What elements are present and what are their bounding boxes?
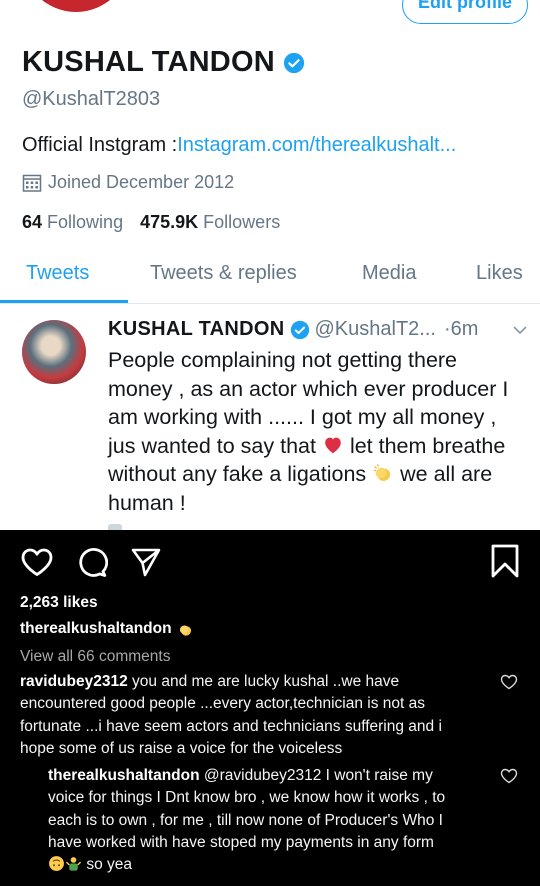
tab-likes[interactable]: Likes xyxy=(476,262,523,285)
likes-count[interactable]: 2,263 likes xyxy=(20,594,98,612)
tab-media[interactable]: Media xyxy=(362,262,416,285)
tweet-author-name[interactable]: KUSHAL TANDON xyxy=(108,318,285,341)
tweet-author-handle: @KushalT2... xyxy=(314,318,436,340)
comment-username[interactable]: ravidubey2312 xyxy=(20,673,128,690)
post-owner-username[interactable]: therealkushaltandon xyxy=(20,620,172,638)
profile-name-text: KUSHAL TANDON xyxy=(22,46,275,78)
heart-emoji-icon xyxy=(325,437,341,453)
edit-profile-button[interactable]: Edit profile xyxy=(402,0,528,24)
twitter-profile-panel: Edit profile KUSHAL TANDON @KushalT2803 … xyxy=(0,0,540,530)
bio-prefix: Official Instgram : xyxy=(22,134,178,156)
bookmark-icon[interactable] xyxy=(490,544,520,578)
instagram-heart-icon[interactable] xyxy=(20,546,54,578)
tweet-header: KUSHAL TANDON @KushalT2... ·6m xyxy=(108,318,478,341)
bio-link[interactable]: Instagram.com/therealkushalt... xyxy=(177,134,456,156)
profile-bio: Official Instgram :Instagram.com/thereal… xyxy=(22,134,456,157)
tweet-author-avatar[interactable] xyxy=(22,320,86,384)
post-caption: therealkushaltandon xyxy=(20,620,194,638)
share-icon[interactable] xyxy=(130,546,162,578)
comment-username[interactable]: therealkushaltandon xyxy=(48,767,200,784)
active-tab-indicator xyxy=(0,300,128,303)
clapping-hands-emoji-icon xyxy=(373,464,391,481)
person-shrugging-emoji-icon xyxy=(65,857,82,871)
upside-down-face-emoji-icon xyxy=(49,856,64,872)
comment-like-heart-icon[interactable] xyxy=(500,768,518,784)
following-link[interactable]: 64 Following xyxy=(22,212,123,232)
tweet-text: People complaining not getting there mon… xyxy=(108,348,509,515)
tab-tweets-replies[interactable]: Tweets & replies xyxy=(150,262,297,285)
calendar-icon xyxy=(22,174,42,192)
profile-avatar[interactable] xyxy=(22,0,130,12)
profile-handle: @KushalT2803 xyxy=(22,88,161,110)
chevron-down-icon[interactable] xyxy=(512,324,528,336)
follow-stats: 64 Following 475.9K Followers xyxy=(22,212,280,233)
verified-badge-icon xyxy=(290,320,309,339)
profile-tabs: Tweets Tweets & replies Media Likes xyxy=(0,248,540,304)
verified-badge-icon xyxy=(283,52,304,73)
joined-text: Joined December 2012 xyxy=(48,172,235,192)
view-all-comments-link[interactable]: View all 66 comments xyxy=(20,648,170,666)
followers-link[interactable]: 475.9K Followers xyxy=(140,212,280,232)
comment-reply-therealkushaltandon: therealkushaltandon @ravidubey2312 I won… xyxy=(48,767,446,874)
comment-icon[interactable] xyxy=(76,546,108,578)
tweet-time: ·6m xyxy=(443,318,479,340)
profile-name: KUSHAL TANDON xyxy=(22,46,305,79)
comment-ravidubey2312: ravidubey2312 you and me are lucky kusha… xyxy=(20,673,442,757)
instagram-post-panel: 2,263 likes therealkushaltandon View all… xyxy=(0,530,540,886)
comment-like-heart-icon[interactable] xyxy=(500,674,518,690)
joined-date: Joined December 2012 xyxy=(22,172,234,193)
tab-tweets[interactable]: Tweets xyxy=(26,262,89,285)
clapping-hands-emoji-icon xyxy=(179,624,191,636)
